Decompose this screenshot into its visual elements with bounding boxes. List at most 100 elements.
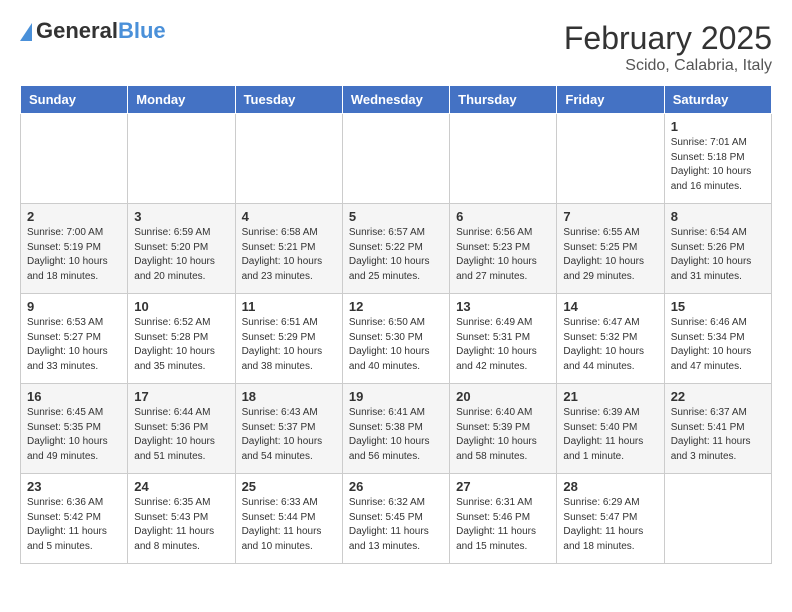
calendar-cell: 11 Sunrise: 6:51 AM Sunset: 5:29 PM Dayli… [235, 294, 342, 384]
day-number: 27 [456, 479, 550, 494]
day-info: Sunrise: 6:31 AM Sunset: 5:46 PM Dayligh… [456, 496, 550, 554]
calendar-cell [557, 114, 664, 204]
calendar-cell: 22 Sunrise: 6:37 AM Sunset: 5:41 PM Dayli… [664, 384, 771, 474]
calendar-cell: 25 Sunrise: 6:33 AM Sunset: 5:44 PM Dayli… [235, 474, 342, 564]
day-number: 22 [671, 389, 765, 404]
day-info: Sunrise: 6:32 AM Sunset: 5:45 PM Dayligh… [349, 496, 443, 554]
calendar-cell: 28Sunrise: 6:29 AM Sunset: 5:47 PM Dayli… [557, 474, 664, 564]
day-number: 8 [671, 209, 765, 224]
day-info: Sunrise: 6:36 AM Sunset: 5:42 PM Dayligh… [27, 496, 121, 554]
day-info: Sunrise: 7:00 AM Sunset: 5:19 PM Dayligh… [27, 226, 121, 284]
day-number: 24 [134, 479, 228, 494]
day-number: 17 [134, 389, 228, 404]
day-info: Sunrise: 6:40 AM Sunset: 5:39 PM Dayligh… [456, 406, 550, 464]
day-number: 3 [134, 209, 228, 224]
calendar-cell [342, 114, 449, 204]
day-number: 10 [134, 299, 228, 314]
calendar-cell [664, 474, 771, 564]
day-number: 6 [456, 209, 550, 224]
calendar-cell: 13 Sunrise: 6:49 AM Sunset: 5:31 PM Dayli… [450, 294, 557, 384]
calendar-cell: 16 Sunrise: 6:45 AM Sunset: 5:35 PM Dayli… [21, 384, 128, 474]
day-number: 13 [456, 299, 550, 314]
day-info: Sunrise: 6:41 AM Sunset: 5:38 PM Dayligh… [349, 406, 443, 464]
calendar-cell: 2 Sunrise: 7:00 AM Sunset: 5:19 PM Daylig… [21, 204, 128, 294]
day-number: 28 [563, 479, 657, 494]
calendar-cell: 7Sunrise: 6:55 AM Sunset: 5:25 PM Daylig… [557, 204, 664, 294]
day-info: Sunrise: 6:55 AM Sunset: 5:25 PM Dayligh… [563, 226, 657, 284]
calendar-cell: 6 Sunrise: 6:56 AM Sunset: 5:23 PM Daylig… [450, 204, 557, 294]
day-info: Sunrise: 6:44 AM Sunset: 5:36 PM Dayligh… [134, 406, 228, 464]
day-number: 16 [27, 389, 121, 404]
day-number: 20 [456, 389, 550, 404]
day-info: Sunrise: 6:49 AM Sunset: 5:31 PM Dayligh… [456, 316, 550, 374]
day-info: Sunrise: 6:51 AM Sunset: 5:29 PM Dayligh… [242, 316, 336, 374]
day-info: Sunrise: 7:01 AM Sunset: 5:18 PM Dayligh… [671, 136, 765, 194]
calendar-cell: 9Sunrise: 6:53 AM Sunset: 5:27 PM Daylig… [21, 294, 128, 384]
day-info: Sunrise: 6:37 AM Sunset: 5:41 PM Dayligh… [671, 406, 765, 464]
day-info: Sunrise: 6:39 AM Sunset: 5:40 PM Dayligh… [563, 406, 657, 464]
day-number: 1 [671, 119, 765, 134]
logo-general: General [36, 18, 118, 43]
title-section: February 2025 Scido, Calabria, Italy [564, 20, 772, 75]
day-info: Sunrise: 6:52 AM Sunset: 5:28 PM Dayligh… [134, 316, 228, 374]
day-number: 23 [27, 479, 121, 494]
day-info: Sunrise: 6:56 AM Sunset: 5:23 PM Dayligh… [456, 226, 550, 284]
day-info: Sunrise: 6:58 AM Sunset: 5:21 PM Dayligh… [242, 226, 336, 284]
calendar-cell [235, 114, 342, 204]
location: Scido, Calabria, Italy [564, 57, 772, 75]
calendar-week-4: 23 Sunrise: 6:36 AM Sunset: 5:42 PM Dayli… [21, 474, 772, 564]
weekday-header-row: SundayMondayTuesdayWednesdayThursdayFrid… [21, 86, 772, 114]
calendar-week-3: 16 Sunrise: 6:45 AM Sunset: 5:35 PM Dayli… [21, 384, 772, 474]
calendar-cell: 26 Sunrise: 6:32 AM Sunset: 5:45 PM Dayli… [342, 474, 449, 564]
day-info: Sunrise: 6:46 AM Sunset: 5:34 PM Dayligh… [671, 316, 765, 374]
calendar-cell: 17 Sunrise: 6:44 AM Sunset: 5:36 PM Dayli… [128, 384, 235, 474]
weekday-header-saturday: Saturday [664, 86, 771, 114]
calendar-week-2: 9Sunrise: 6:53 AM Sunset: 5:27 PM Daylig… [21, 294, 772, 384]
calendar-cell: 21 Sunrise: 6:39 AM Sunset: 5:40 PM Dayli… [557, 384, 664, 474]
day-number: 25 [242, 479, 336, 494]
day-number: 11 [242, 299, 336, 314]
calendar-cell [128, 114, 235, 204]
calendar-week-0: 1 Sunrise: 7:01 AM Sunset: 5:18 PM Daylig… [21, 114, 772, 204]
day-number: 26 [349, 479, 443, 494]
day-number: 19 [349, 389, 443, 404]
calendar-table: SundayMondayTuesdayWednesdayThursdayFrid… [20, 85, 772, 564]
day-number: 21 [563, 389, 657, 404]
month-title: February 2025 [564, 20, 772, 57]
day-number: 15 [671, 299, 765, 314]
calendar-cell: 1 Sunrise: 7:01 AM Sunset: 5:18 PM Daylig… [664, 114, 771, 204]
day-info: Sunrise: 6:59 AM Sunset: 5:20 PM Dayligh… [134, 226, 228, 284]
calendar-cell [21, 114, 128, 204]
logo-icon [20, 23, 32, 41]
weekday-header-friday: Friday [557, 86, 664, 114]
calendar-cell: 19 Sunrise: 6:41 AM Sunset: 5:38 PM Dayli… [342, 384, 449, 474]
day-info: Sunrise: 6:33 AM Sunset: 5:44 PM Dayligh… [242, 496, 336, 554]
calendar-cell: 10 Sunrise: 6:52 AM Sunset: 5:28 PM Dayli… [128, 294, 235, 384]
day-info: Sunrise: 6:57 AM Sunset: 5:22 PM Dayligh… [349, 226, 443, 284]
calendar-cell: 8 Sunrise: 6:54 AM Sunset: 5:26 PM Daylig… [664, 204, 771, 294]
calendar-cell: 27 Sunrise: 6:31 AM Sunset: 5:46 PM Dayli… [450, 474, 557, 564]
day-number: 2 [27, 209, 121, 224]
day-info: Sunrise: 6:47 AM Sunset: 5:32 PM Dayligh… [563, 316, 657, 374]
day-number: 18 [242, 389, 336, 404]
day-number: 14 [563, 299, 657, 314]
calendar-cell: 12Sunrise: 6:50 AM Sunset: 5:30 PM Dayli… [342, 294, 449, 384]
calendar-week-1: 2 Sunrise: 7:00 AM Sunset: 5:19 PM Daylig… [21, 204, 772, 294]
day-number: 4 [242, 209, 336, 224]
day-info: Sunrise: 6:54 AM Sunset: 5:26 PM Dayligh… [671, 226, 765, 284]
day-info: Sunrise: 6:45 AM Sunset: 5:35 PM Dayligh… [27, 406, 121, 464]
calendar-cell [450, 114, 557, 204]
calendar-cell: 14 Sunrise: 6:47 AM Sunset: 5:32 PM Dayli… [557, 294, 664, 384]
logo-blue: Blue [118, 18, 166, 43]
logo-text: GeneralBlue [36, 20, 166, 43]
calendar-body: 1 Sunrise: 7:01 AM Sunset: 5:18 PM Daylig… [21, 114, 772, 564]
day-info: Sunrise: 6:35 AM Sunset: 5:43 PM Dayligh… [134, 496, 228, 554]
weekday-header-tuesday: Tuesday [235, 86, 342, 114]
day-info: Sunrise: 6:53 AM Sunset: 5:27 PM Dayligh… [27, 316, 121, 374]
calendar-cell: 5Sunrise: 6:57 AM Sunset: 5:22 PM Daylig… [342, 204, 449, 294]
calendar-cell: 15 Sunrise: 6:46 AM Sunset: 5:34 PM Dayli… [664, 294, 771, 384]
calendar-cell: 24 Sunrise: 6:35 AM Sunset: 5:43 PM Dayli… [128, 474, 235, 564]
weekday-header-monday: Monday [128, 86, 235, 114]
page-header: GeneralBlue February 2025 Scido, Calabri… [20, 20, 772, 75]
calendar-cell: 3 Sunrise: 6:59 AM Sunset: 5:20 PM Daylig… [128, 204, 235, 294]
